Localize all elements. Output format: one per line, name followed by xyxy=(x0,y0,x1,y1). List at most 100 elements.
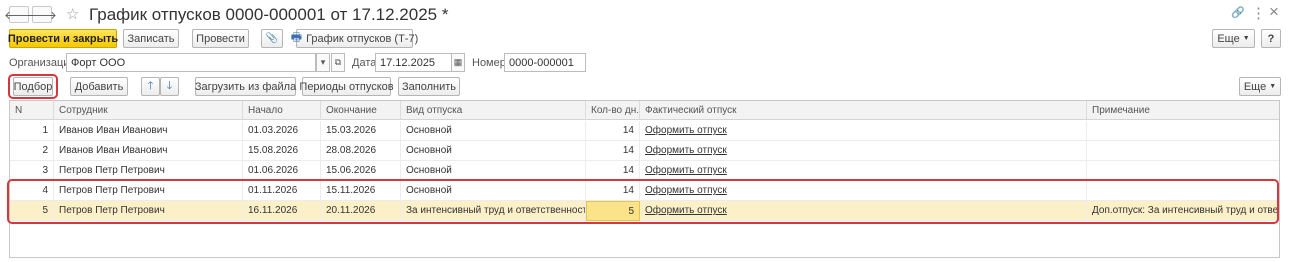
table-row-selected[interactable]: 5 Петров Петр Петрович 16.11.2026 20.11.… xyxy=(10,201,1279,221)
cell-end: 15.06.2026 xyxy=(321,161,401,181)
cell-start: 01.11.2026 xyxy=(243,181,321,201)
star-icon[interactable]: ☆ xyxy=(66,5,79,23)
cell-end: 15.03.2026 xyxy=(321,121,401,141)
cell-note xyxy=(1087,121,1279,141)
fill-button[interactable]: Заполнить xyxy=(398,77,460,96)
table-row[interactable]: 2 Иванов Иван Иванович 15.08.2026 28.08.… xyxy=(10,141,1279,161)
table-more-label: Еще xyxy=(1243,80,1267,93)
calendar-icon: ▦ xyxy=(453,57,463,67)
date-field[interactable]: 17.12.2025 xyxy=(375,53,452,72)
close-icon[interactable]: × xyxy=(1269,2,1279,22)
organization-dropdown-button[interactable]: ▾ xyxy=(316,53,330,72)
cell-employee: Иванов Иван Иванович xyxy=(54,141,243,161)
cell-employee: Петров Петр Петрович xyxy=(54,201,243,221)
cell-days-active[interactable]: 5 xyxy=(586,201,640,221)
cell-n: 2 xyxy=(10,141,54,161)
col-vacation-type[interactable]: Вид отпуска xyxy=(401,101,586,120)
post-and-close-button[interactable]: Провести и закрыть xyxy=(8,29,118,48)
print-button-label: График отпусков (Т-7) xyxy=(306,32,419,45)
printer-icon: 🖶 xyxy=(290,30,303,44)
cell-vacation-type: Основной xyxy=(401,161,586,181)
col-end[interactable]: Окончание xyxy=(321,101,401,120)
more-button[interactable]: Еще ▼ xyxy=(1212,29,1255,48)
cell-end: 28.08.2026 xyxy=(321,141,401,161)
table-more-button[interactable]: Еще ▼ xyxy=(1239,77,1281,96)
number-field[interactable]: 0000-000001 xyxy=(504,53,586,72)
cell-note xyxy=(1087,161,1279,181)
cell-employee: Петров Петр Петрович xyxy=(54,161,243,181)
create-vacation-link[interactable]: Оформить отпуск xyxy=(645,125,727,136)
open-link-icon: ⧉ xyxy=(334,57,342,67)
create-vacation-link[interactable]: Оформить отпуск xyxy=(645,165,727,176)
save-button[interactable]: Записать xyxy=(123,29,179,48)
paperclip-icon: 📎 xyxy=(265,33,279,44)
col-note[interactable]: Примечание xyxy=(1087,101,1279,120)
chevron-down-icon: ▼ xyxy=(1269,83,1277,90)
organization-field[interactable]: Форт ООО xyxy=(66,53,316,72)
cell-vacation-type: Основной xyxy=(401,181,586,201)
cell-days: 14 xyxy=(586,181,640,201)
vacation-periods-button[interactable]: Периоды отпусков xyxy=(299,77,394,96)
chevron-down-icon: ▼ xyxy=(1242,35,1250,42)
more-vertical-icon[interactable]: ⋮ xyxy=(1251,4,1266,22)
arrow-right-icon: 🡒 xyxy=(27,9,57,22)
cell-actual-vacation: Оформить отпуск xyxy=(640,141,1087,161)
chevron-down-icon: ▾ xyxy=(320,57,326,67)
more-button-label: Еще xyxy=(1217,32,1240,45)
move-down-button[interactable]: 🡓 xyxy=(160,77,179,96)
attach-button[interactable]: 📎 xyxy=(261,29,283,48)
cell-note: Доп.отпуск: За интенсивный труд и ответс… xyxy=(1092,205,1280,216)
forward-button[interactable]: 🡒 xyxy=(27,6,57,23)
load-from-file-button[interactable]: Загрузить из файла xyxy=(195,77,296,96)
cell-vacation-type: Основной xyxy=(401,121,586,141)
page-title: График отпусков 0000-000001 от 17.12.202… xyxy=(89,5,449,24)
cell-note xyxy=(1087,141,1279,161)
cell-n: 4 xyxy=(10,181,54,201)
move-up-button[interactable]: 🡑 xyxy=(141,77,160,96)
table-row[interactable]: 1 Иванов Иван Иванович 01.03.2026 15.03.… xyxy=(10,121,1279,141)
cell-start: 15.08.2026 xyxy=(243,141,321,161)
cell-actual-vacation: Оформить отпуск xyxy=(640,201,1087,221)
col-actual-vacation[interactable]: Фактический отпуск xyxy=(640,101,1087,120)
table-row[interactable]: 4 Петров Петр Петрович 01.11.2026 15.11.… xyxy=(10,181,1279,201)
col-days[interactable]: Кол-во дн. xyxy=(586,101,640,120)
calendar-button[interactable]: ▦ xyxy=(451,53,465,72)
cell-end: 20.11.2026 xyxy=(321,201,401,221)
arrow-down-icon: 🡓 xyxy=(166,80,173,92)
cell-vacation-type: Основной xyxy=(401,141,586,161)
col-employee[interactable]: Сотрудник xyxy=(54,101,243,120)
create-vacation-link[interactable]: Оформить отпуск xyxy=(645,205,727,216)
create-vacation-link[interactable]: Оформить отпуск xyxy=(645,185,727,196)
cell-days: 14 xyxy=(586,121,640,141)
vacation-table[interactable]: N Сотрудник Начало Окончание Вид отпуска… xyxy=(9,100,1280,258)
cell-n: 3 xyxy=(10,161,54,181)
cell-note xyxy=(1087,181,1279,201)
add-row-button[interactable]: Добавить xyxy=(70,77,128,96)
cell-vacation-type: За интенсивный труд и ответственность xyxy=(401,201,586,221)
create-vacation-link[interactable]: Оформить отпуск xyxy=(645,145,727,156)
col-n[interactable]: N xyxy=(10,101,54,120)
arrow-up-icon: 🡑 xyxy=(147,80,154,92)
cell-start: 16.11.2026 xyxy=(243,201,321,221)
table-row[interactable]: 3 Петров Петр Петрович 01.06.2026 15.06.… xyxy=(10,161,1279,181)
cell-actual-vacation: Оформить отпуск xyxy=(640,121,1087,141)
cell-employee: Иванов Иван Иванович xyxy=(54,121,243,141)
cell-days: 14 xyxy=(586,141,640,161)
help-button[interactable]: ? xyxy=(1261,29,1281,48)
cell-end: 15.11.2026 xyxy=(321,181,401,201)
print-t7-button[interactable]: 🖶 График отпусков (Т-7) xyxy=(291,29,418,48)
cell-employee: Петров Петр Петрович xyxy=(54,181,243,201)
cell-n: 1 xyxy=(10,121,54,141)
post-button[interactable]: Провести xyxy=(192,29,249,48)
link-icon[interactable]: 🔗 xyxy=(1231,6,1245,19)
back-button[interactable]: 🡐 xyxy=(4,6,34,23)
organization-open-button[interactable]: ⧉ xyxy=(331,53,345,72)
cell-actual-vacation: Оформить отпуск xyxy=(640,161,1087,181)
col-start[interactable]: Начало xyxy=(243,101,321,120)
pick-button[interactable]: Подбор xyxy=(13,77,53,96)
table-header: N Сотрудник Начало Окончание Вид отпуска… xyxy=(10,101,1279,120)
cell-days: 14 xyxy=(586,161,640,181)
cell-actual-vacation: Оформить отпуск xyxy=(640,181,1087,201)
cell-start: 01.06.2026 xyxy=(243,161,321,181)
cell-n: 5 xyxy=(10,201,54,221)
